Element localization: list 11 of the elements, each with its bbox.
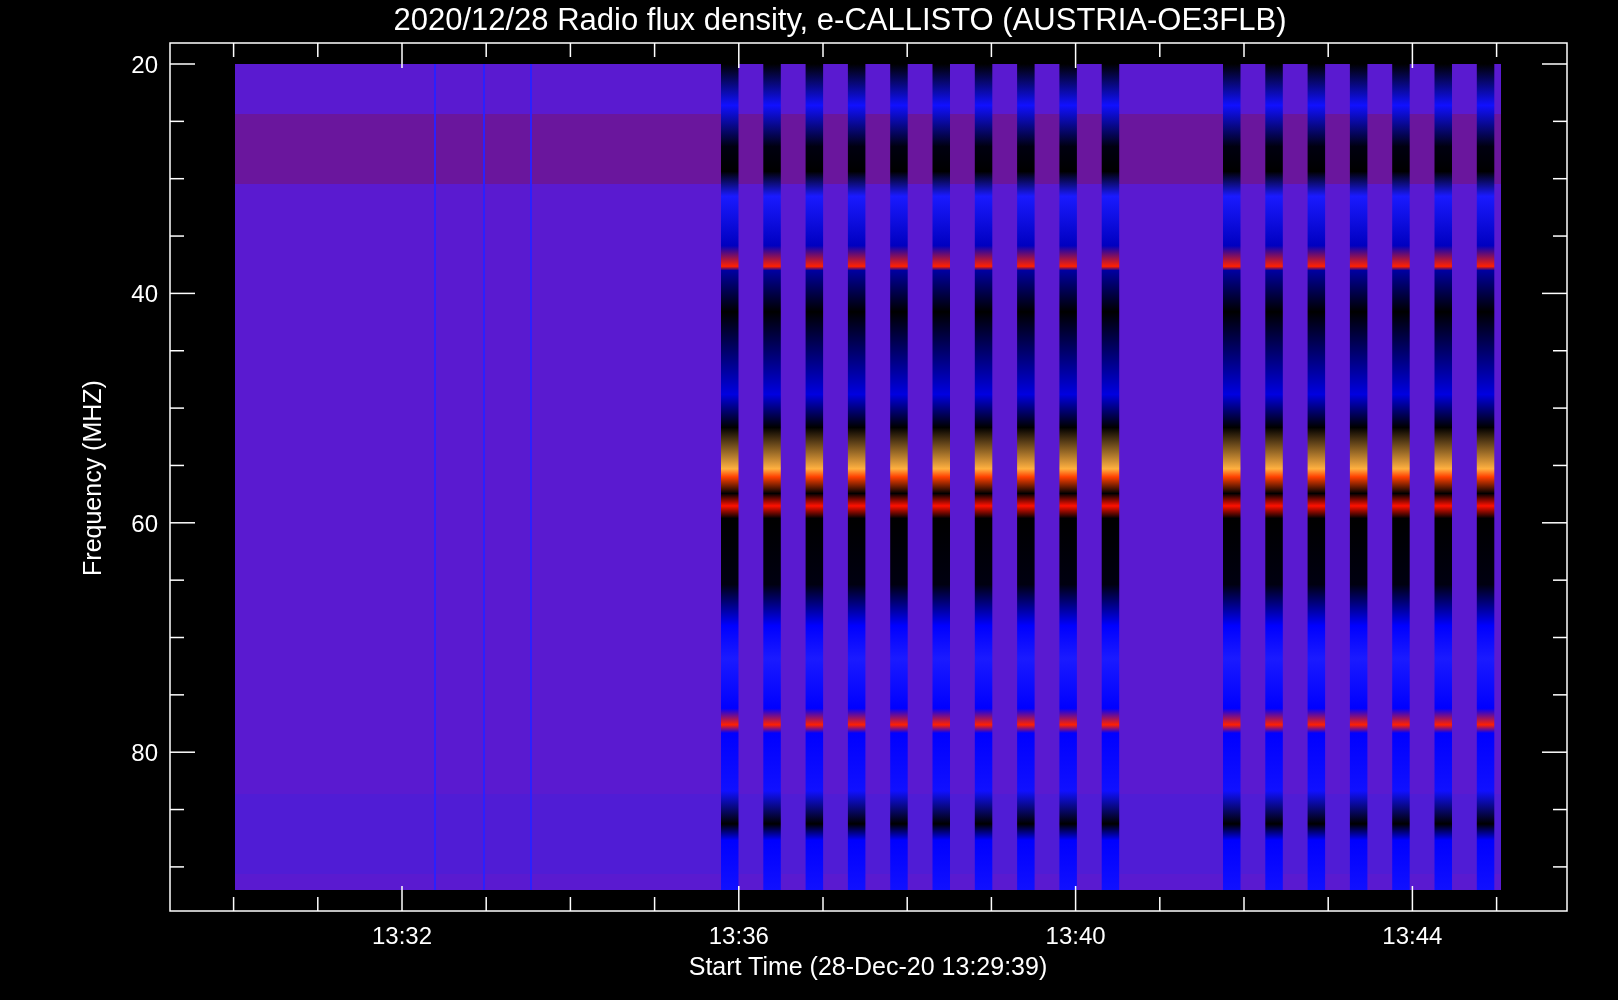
y-tick-label: 20 bbox=[131, 51, 158, 78]
y-tick-label: 80 bbox=[131, 739, 158, 767]
x-tick-label: 13:40 bbox=[1045, 922, 1106, 949]
x-tick-label: 13:36 bbox=[708, 922, 769, 949]
x-tick-label: 13:44 bbox=[1382, 922, 1443, 949]
y-axis-label: Frequency (MHZ) bbox=[78, 380, 106, 576]
y-tick-label: 40 bbox=[131, 280, 158, 308]
x-axis-label: Start Time (28-Dec-20 13:29:39) bbox=[688, 952, 1048, 980]
y-tick-label: 60 bbox=[131, 509, 158, 537]
plot-title: 2020/12/28 Radio flux density, e-CALLISTO (AUSTRIA-OE3FLB) bbox=[393, 2, 1287, 37]
x-tick-label: 13:32 bbox=[371, 922, 433, 949]
